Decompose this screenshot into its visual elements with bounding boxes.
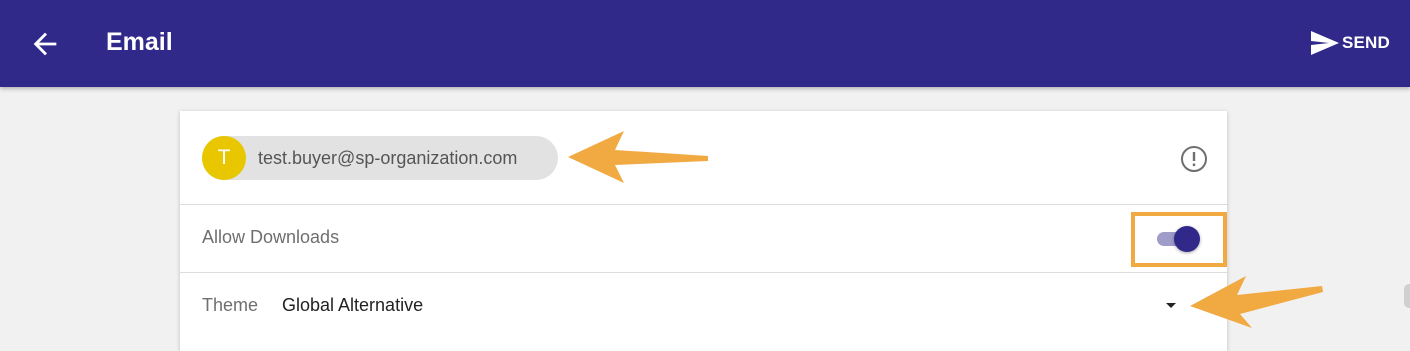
app-bar: Email SEND	[0, 0, 1410, 87]
recipient-row: T test.buyer@sp-organization.com	[180, 111, 1227, 205]
arrow-back-icon	[33, 32, 57, 56]
back-button[interactable]	[28, 27, 62, 61]
alert-circle-icon[interactable]	[1180, 145, 1208, 173]
allow-downloads-toggle[interactable]	[1157, 226, 1200, 252]
page-title: Email	[106, 28, 173, 56]
send-label: SEND	[1341, 33, 1390, 52]
allow-downloads-label: Allow Downloads	[202, 227, 340, 247]
theme-label: Theme	[202, 295, 259, 315]
toggle-thumb	[1174, 226, 1200, 252]
avatar: T	[202, 136, 246, 180]
theme-select[interactable]: Global Alternative	[282, 295, 423, 316]
recipient-email: test.buyer@sp-organization.com	[258, 148, 518, 168]
send-icon	[1310, 31, 1339, 55]
send-button[interactable]: SEND	[1310, 28, 1390, 58]
email-card: T test.buyer@sp-organization.com Allow D…	[180, 111, 1227, 351]
theme-row: Theme Global Alternative	[180, 273, 1227, 339]
panel-edge-handle[interactable]	[1404, 284, 1410, 308]
allow-downloads-row: Allow Downloads	[180, 205, 1227, 273]
recipient-chip[interactable]: T test.buyer@sp-organization.com	[202, 136, 558, 180]
dropdown-caret-icon[interactable]	[1166, 303, 1176, 308]
